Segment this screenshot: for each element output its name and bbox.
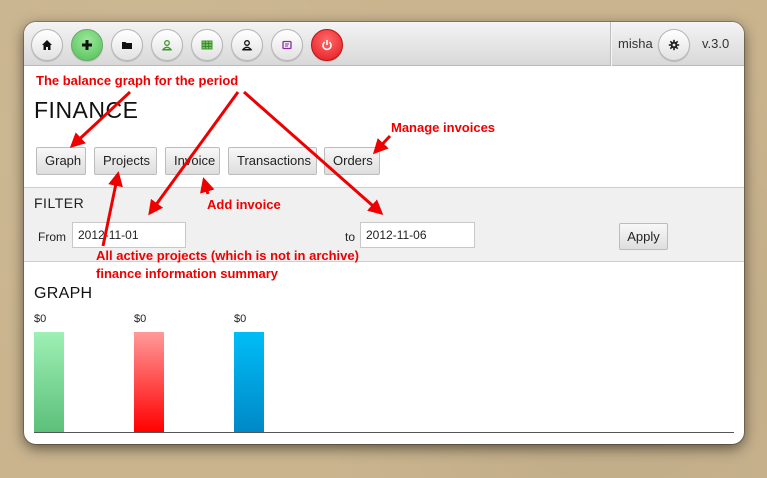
power-icon xyxy=(322,40,332,51)
logout-button[interactable] xyxy=(311,29,343,61)
user-icon xyxy=(241,40,253,51)
tab-projects[interactable]: Projects xyxy=(94,147,157,175)
tab-graph[interactable]: Graph xyxy=(36,147,86,175)
from-label: From xyxy=(38,230,66,244)
clients-button[interactable] xyxy=(151,29,183,61)
toolbar-divider xyxy=(610,22,611,66)
version-label: v.3.0 xyxy=(702,36,730,51)
apply-button[interactable]: Apply xyxy=(619,223,668,250)
folder-button[interactable] xyxy=(111,29,143,61)
tab-invoice[interactable]: Invoice xyxy=(165,147,220,175)
home-button[interactable] xyxy=(31,29,63,61)
annotation-projects-line1: All active projects (which is not in arc… xyxy=(96,248,359,263)
user-green-icon xyxy=(161,40,173,51)
bar-value-label: $0 xyxy=(234,313,247,325)
plus-icon xyxy=(82,40,92,50)
to-label: to xyxy=(345,230,356,244)
annotation-manage-invoices: Manage invoices xyxy=(391,120,496,135)
to-date-input[interactable] xyxy=(360,222,475,248)
add-button[interactable] xyxy=(71,29,103,61)
finance-button[interactable] xyxy=(191,29,223,61)
filter-title: FILTER xyxy=(34,195,85,211)
username: misha xyxy=(618,36,653,51)
bar-value-label: $0 xyxy=(134,313,147,325)
annotation-balance-graph: The balance graph for the period xyxy=(36,73,239,88)
tab-transactions[interactable]: Transactions xyxy=(228,147,317,175)
graph-baseline xyxy=(34,432,734,433)
spreadsheet-icon xyxy=(201,40,213,50)
balance-bar-green xyxy=(34,332,64,432)
tags-button[interactable] xyxy=(271,29,303,61)
gear-icon xyxy=(668,39,680,51)
home-icon xyxy=(42,40,52,50)
folder-icon xyxy=(122,42,132,49)
balance-bar-red xyxy=(134,332,164,432)
tab-orders[interactable]: Orders xyxy=(324,147,380,175)
page-title: FINANCE xyxy=(34,97,139,123)
balance-bar-blue xyxy=(234,332,264,432)
graph-title: GRAPH xyxy=(34,285,93,302)
annotation-projects-line2: finance information summary xyxy=(96,266,279,281)
annotation-add-invoice: Add invoice xyxy=(207,197,281,212)
bar-value-label: $0 xyxy=(34,313,47,325)
top-toolbar: misha v.3.0 xyxy=(24,22,744,66)
tag-icon xyxy=(282,40,292,50)
settings-button[interactable] xyxy=(658,29,690,61)
from-date-input[interactable] xyxy=(72,222,186,248)
users-button[interactable] xyxy=(231,29,263,61)
